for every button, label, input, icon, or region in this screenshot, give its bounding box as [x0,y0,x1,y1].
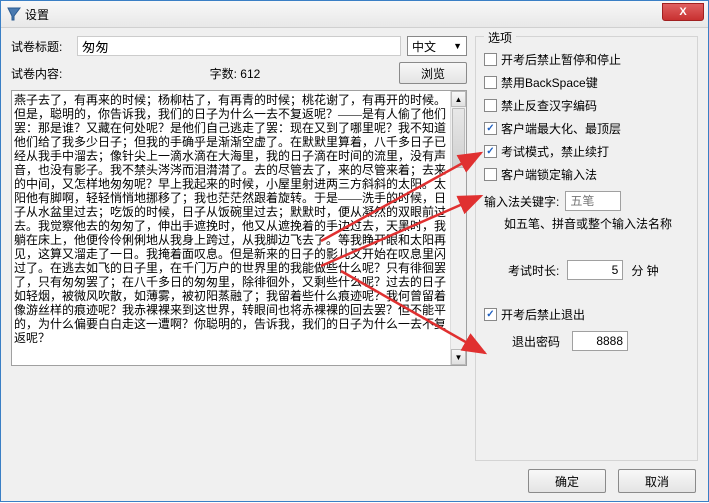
window-title: 设置 [25,6,49,23]
checkbox-exam-mode[interactable] [484,145,497,158]
scroll-up-icon[interactable]: ▲ [451,91,466,107]
content-label: 试卷内容: [11,65,71,82]
titlebar: 设置 X [1,1,708,28]
checkbox-backspace-label: 禁用BackSpace键 [501,74,598,91]
checkbox-lookup-label: 禁止反查汉字编码 [501,97,597,114]
checkbox-maximize[interactable] [484,122,497,135]
scrollbar[interactable]: ▲ ▼ [450,91,466,365]
title-input[interactable] [77,36,401,56]
ok-button[interactable]: 确定 [528,469,606,493]
cancel-button[interactable]: 取消 [618,469,696,493]
char-count: 字数: 612 [77,65,393,82]
checkbox-maximize-label: 客户端最大化、最顶层 [501,120,621,137]
exit-password-label: 退出密码 [512,333,560,350]
checkbox-lookup[interactable] [484,99,497,112]
checkbox-lock-ime-label: 客户端锁定输入法 [501,166,597,183]
checkbox-exam-mode-label: 考试模式，禁止续打 [501,143,609,160]
exit-password-input[interactable] [572,331,628,351]
close-button[interactable]: X [662,3,704,21]
language-value: 中文 [412,38,436,55]
checkbox-backspace[interactable] [484,76,497,89]
duration-unit: 分 钟 [631,262,658,279]
chevron-down-icon: ▼ [453,41,462,51]
title-label: 试卷标题: [11,38,71,55]
duration-label: 考试时长: [508,262,559,279]
keyword-label: 输入法关键字: [484,193,559,210]
keyword-input[interactable] [565,191,621,211]
duration-input[interactable] [567,260,623,280]
options-group-label: 选项 [484,29,516,46]
close-icon: X [679,6,686,18]
scroll-thumb[interactable] [452,108,465,168]
keyword-hint: 如五笔、拼音或整个输入法名称 [504,215,689,232]
checkbox-lock-ime[interactable] [484,168,497,181]
checkbox-pause-stop-label: 开考后禁止暂停和停止 [501,51,621,68]
checkbox-pause-stop[interactable] [484,53,497,66]
app-icon [7,7,21,21]
checkbox-forbid-exit[interactable] [484,308,497,321]
content-textarea[interactable]: 燕子去了，有再来的时候；杨柳枯了，有再青的时候；桃花谢了，有再开的时候。但是，聪… [11,90,467,366]
checkbox-forbid-exit-label: 开考后禁止退出 [501,306,585,323]
options-group: 选项 开考后禁止暂停和停止 禁用BackSpace键 禁止反查汉字编码 客户端最… [475,36,698,461]
browse-button[interactable]: 浏览 [399,62,467,84]
scroll-down-icon[interactable]: ▼ [451,349,466,365]
language-select[interactable]: 中文 ▼ [407,36,467,56]
